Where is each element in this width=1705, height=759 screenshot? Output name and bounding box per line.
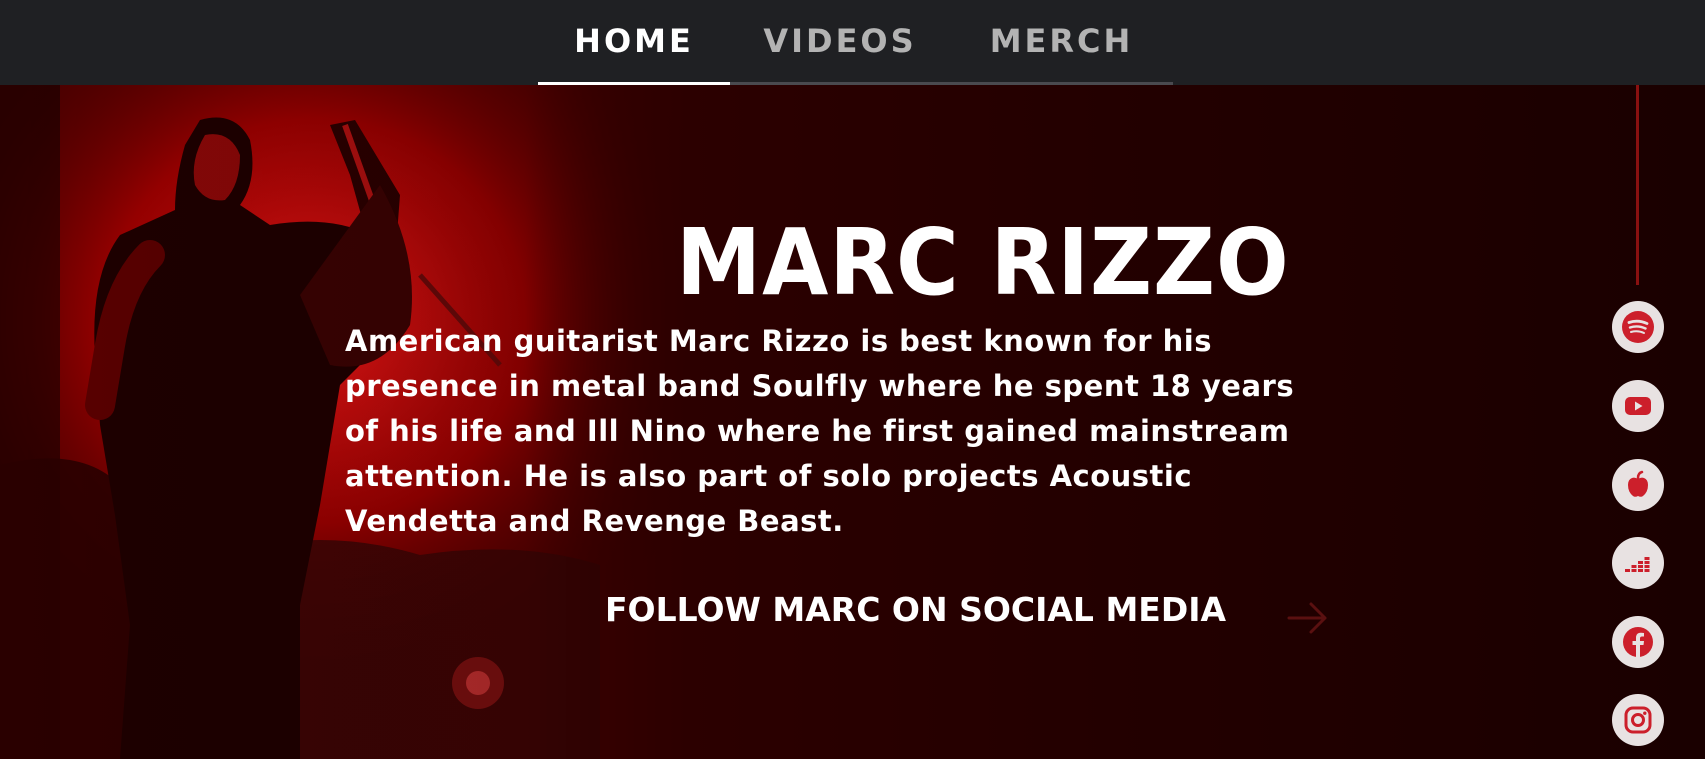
tab-videos[interactable]: VIDEOS: [730, 0, 950, 82]
artist-title: MARC RIZZO: [676, 209, 1290, 316]
bio-line: attention. He is also part of solo proje…: [345, 459, 1193, 493]
youtube-icon[interactable]: [1612, 380, 1664, 432]
bio-line: of his life and Ill Nino where he first …: [345, 414, 1290, 448]
hero-section: MARC RIZZO American guitarist Marc Rizzo…: [0, 85, 1705, 759]
nav-tabs: HOME VIDEOS MERCH: [538, 0, 1173, 85]
tab-merch[interactable]: MERCH: [950, 0, 1173, 82]
deezer-icon[interactable]: [1612, 537, 1664, 589]
artist-bio: American guitarist Marc Rizzo is best kn…: [345, 319, 1345, 544]
bio-line: American guitarist Marc Rizzo is best kn…: [345, 324, 1212, 358]
spotify-icon[interactable]: [1612, 301, 1664, 353]
vertical-divider: [1636, 85, 1639, 285]
follow-social-link[interactable]: FOLLOW MARC ON SOCIAL MEDIA: [605, 590, 1226, 629]
top-navigation: HOME VIDEOS MERCH: [0, 0, 1705, 85]
facebook-icon[interactable]: [1612, 616, 1664, 668]
instagram-icon[interactable]: [1612, 694, 1664, 746]
arrow-right-icon[interactable]: [1287, 598, 1329, 638]
bio-line: Vendetta and Revenge Beast.: [345, 504, 844, 538]
active-tab-indicator: [538, 82, 730, 85]
apple-icon[interactable]: [1612, 459, 1664, 511]
tab-home[interactable]: HOME: [538, 0, 730, 82]
bio-line: presence in metal band Soulfly where he …: [345, 369, 1295, 403]
